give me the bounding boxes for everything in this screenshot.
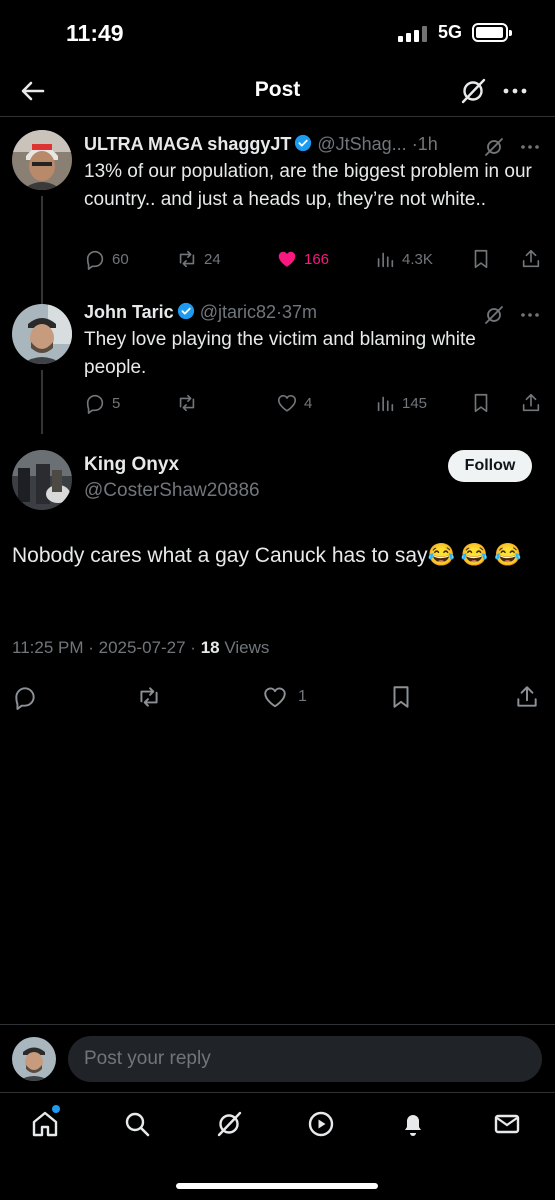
reply-composer bbox=[0, 1024, 555, 1092]
thread-connector bbox=[41, 370, 43, 434]
post-meta: 11:25 PM · 2025-07-27 · 18 Views bbox=[12, 638, 269, 658]
more-icon[interactable] bbox=[500, 76, 530, 106]
post-actions: 5 4 145 bbox=[84, 390, 544, 416]
more-icon[interactable] bbox=[519, 136, 541, 158]
follow-button[interactable]: Follow bbox=[448, 450, 532, 482]
share-icon bbox=[517, 686, 537, 707]
network-label: 5G bbox=[438, 22, 463, 42]
like-count: 1 bbox=[298, 688, 307, 705]
share-button[interactable] bbox=[520, 246, 548, 272]
post-text: They love playing the victim and blaming… bbox=[84, 329, 476, 378]
share-icon bbox=[522, 393, 540, 412]
grok-icon[interactable] bbox=[214, 1109, 244, 1139]
bookmark-icon bbox=[474, 393, 488, 413]
messages-icon[interactable] bbox=[492, 1109, 522, 1139]
status-time: 11:49 bbox=[66, 20, 124, 46]
share-button[interactable] bbox=[520, 390, 548, 416]
bookmark-button[interactable] bbox=[470, 390, 498, 416]
home-icon[interactable] bbox=[30, 1109, 60, 1139]
post-time: 1h bbox=[417, 134, 438, 154]
author-handle[interactable]: @CosterShaw20886 bbox=[84, 480, 260, 502]
view-count: 145 bbox=[402, 394, 428, 412]
views-button[interactable]: 4.3K bbox=[374, 246, 433, 272]
author-name[interactable]: John Taric bbox=[84, 302, 174, 322]
views-icon bbox=[377, 252, 394, 268]
author-handle[interactable]: @JtShag... bbox=[317, 134, 406, 154]
bookmark-icon bbox=[474, 249, 488, 269]
top-header: Post bbox=[0, 66, 555, 116]
share-button[interactable] bbox=[514, 682, 550, 712]
heart-icon bbox=[264, 687, 286, 708]
author-name[interactable]: ULTRA MAGA shaggyJT bbox=[84, 134, 291, 154]
repost-button[interactable] bbox=[176, 390, 204, 416]
avatar[interactable] bbox=[12, 304, 72, 364]
like-button[interactable]: 1 bbox=[262, 682, 307, 712]
tears-of-joy-emoji: 😂 bbox=[427, 542, 455, 567]
repost-icon bbox=[179, 250, 195, 268]
like-button[interactable]: 4 bbox=[276, 390, 312, 416]
signal-icon bbox=[398, 26, 430, 42]
bookmark-button[interactable] bbox=[470, 246, 498, 272]
like-count: 166 bbox=[304, 250, 330, 268]
tears-of-joy-emoji: 😂 bbox=[460, 542, 489, 567]
views-count: 18 bbox=[200, 638, 220, 657]
share-icon bbox=[522, 249, 540, 268]
status-bar: 11:49 5G bbox=[0, 0, 555, 66]
avatar[interactable] bbox=[12, 450, 72, 510]
bookmark-icon bbox=[393, 686, 409, 708]
reply-count: 60 bbox=[112, 250, 129, 268]
author-name[interactable]: King Onyx bbox=[84, 454, 179, 476]
post-header: ULTRA MAGA shaggyJT @JtShag... ·1h bbox=[84, 134, 539, 160]
more-icon[interactable] bbox=[519, 304, 541, 326]
notification-dot bbox=[52, 1105, 60, 1113]
views-icon bbox=[377, 396, 394, 412]
grok-icon[interactable] bbox=[483, 136, 505, 158]
author-handle[interactable]: @jtaric82 bbox=[200, 302, 276, 322]
views-label: Views bbox=[219, 638, 270, 657]
tears-of-joy-emoji: 😂 bbox=[494, 542, 522, 567]
heart-filled-icon bbox=[278, 251, 296, 267]
reply-icon bbox=[86, 394, 104, 414]
home-indicator bbox=[176, 1183, 378, 1189]
post-text: Nobody cares what a gay Canuck has to sa… bbox=[12, 540, 547, 571]
like-button[interactable]: 166 bbox=[276, 246, 329, 272]
verified-badge-icon bbox=[294, 134, 312, 152]
reply-input[interactable] bbox=[68, 1036, 542, 1082]
grok-icon[interactable] bbox=[458, 76, 488, 106]
repost-icon bbox=[140, 687, 158, 707]
notifications-icon[interactable] bbox=[398, 1109, 428, 1139]
thread-post-2[interactable]: John Taric @jtaric82·37m They love playi… bbox=[0, 284, 555, 434]
post-actions: 60 24 166 4.3K bbox=[84, 246, 544, 272]
post-text: 13% of our population, are the biggest p… bbox=[84, 161, 532, 210]
bookmark-button[interactable] bbox=[388, 682, 424, 712]
reply-icon bbox=[15, 687, 35, 710]
repost-count: 24 bbox=[204, 250, 221, 268]
verified-badge-icon bbox=[177, 302, 195, 320]
post-body: Nobody cares what a gay Canuck has to sa… bbox=[12, 544, 428, 567]
reply-button[interactable]: 5 bbox=[84, 390, 120, 416]
post-timestamp: 11:25 PM · 2025-07-27 · bbox=[12, 638, 201, 657]
repost-button[interactable]: 24 bbox=[176, 246, 221, 272]
view-count: 4.3K bbox=[402, 250, 433, 268]
thread-post-1[interactable]: ULTRA MAGA shaggyJT @JtShag... ·1h 13% o… bbox=[0, 116, 555, 314]
my-avatar[interactable] bbox=[12, 1037, 56, 1081]
repost-icon bbox=[179, 394, 195, 412]
search-icon[interactable] bbox=[122, 1109, 152, 1139]
post-time: 37m bbox=[282, 302, 318, 322]
video-icon[interactable] bbox=[306, 1109, 336, 1139]
reply-button[interactable]: 60 bbox=[84, 246, 129, 272]
grok-icon[interactable] bbox=[483, 304, 505, 326]
avatar[interactable] bbox=[12, 130, 72, 190]
heart-icon bbox=[277, 394, 297, 412]
views-button[interactable]: 145 bbox=[374, 390, 427, 416]
like-count: 4 bbox=[304, 394, 313, 412]
post-actions: 1 bbox=[0, 682, 555, 712]
battery-icon bbox=[472, 23, 512, 42]
post-header: John Taric @jtaric82·37m bbox=[84, 302, 539, 328]
reply-button[interactable] bbox=[12, 682, 48, 712]
reply-icon bbox=[86, 250, 104, 270]
reply-count: 5 bbox=[112, 394, 121, 412]
repost-button[interactable] bbox=[136, 682, 172, 712]
